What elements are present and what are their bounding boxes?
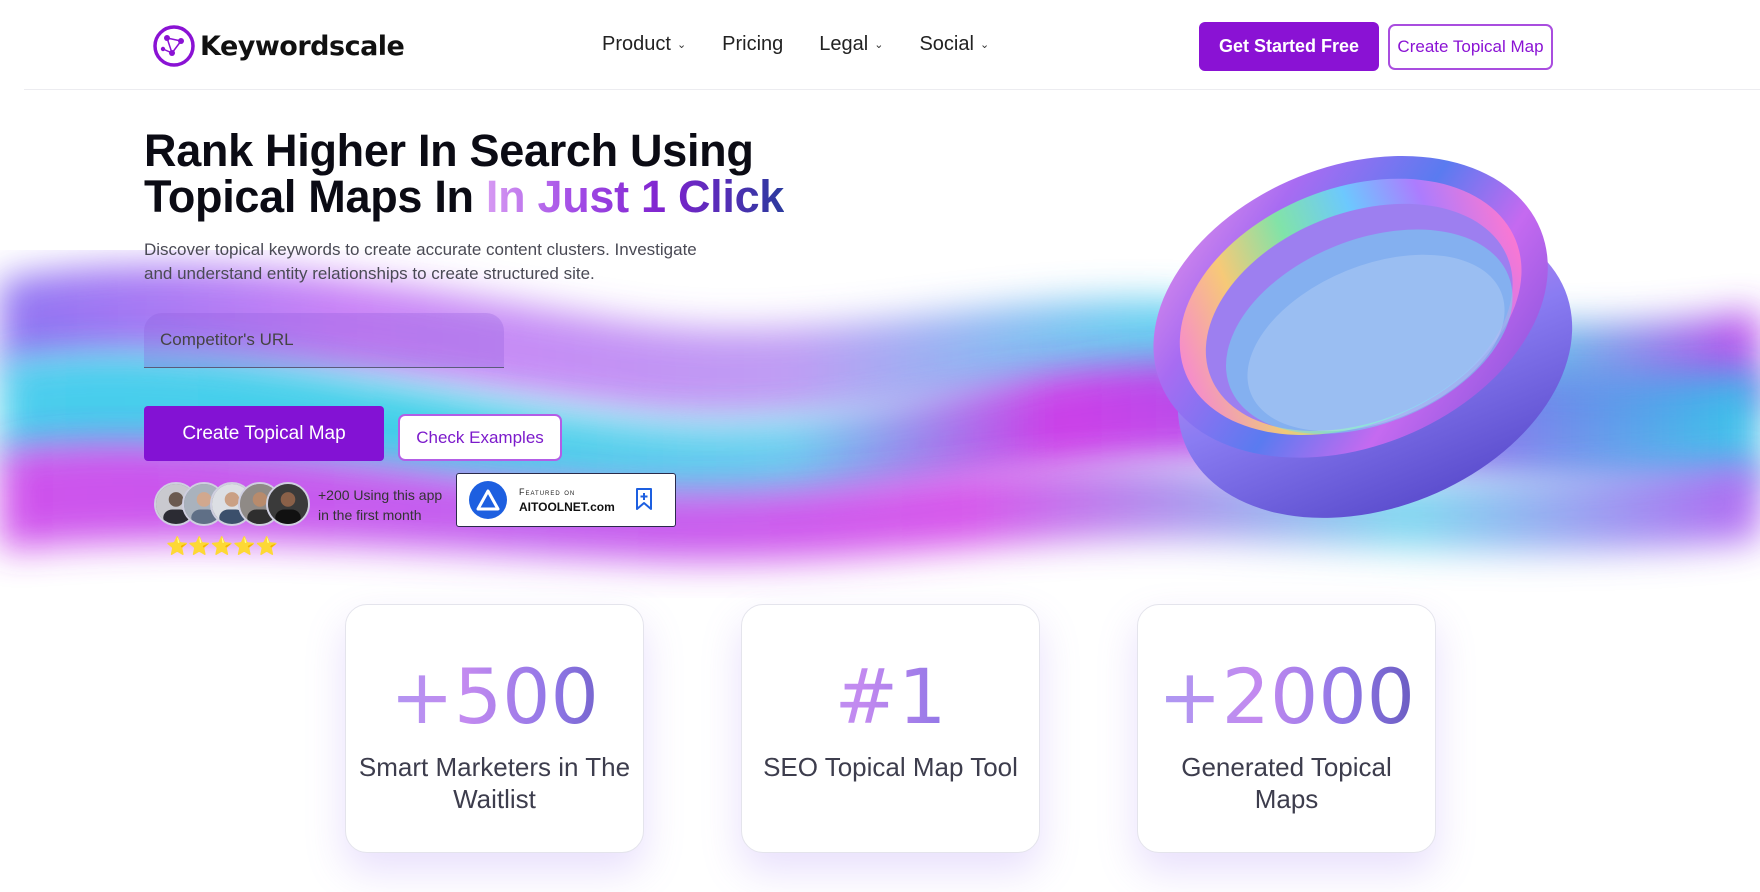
featured-top-label: Featured on <box>519 486 576 497</box>
aitoolnet-logo-icon <box>469 481 507 519</box>
stat-number: +2000 <box>1138 657 1435 737</box>
holographic-ring-image <box>1153 155 1573 518</box>
nav-item-label: Legal <box>819 33 869 55</box>
headline-line-1: Rank Higher In Search Using <box>144 125 754 176</box>
stat-value: 500 <box>453 652 599 741</box>
site-header: Keywordscale Product ⌄ Pricing Legal ⌄ S… <box>24 0 1760 90</box>
stat-card: +500 Smart Marketers in The Waitlist <box>345 604 644 853</box>
stat-label: Generated Topical Maps <box>1181 752 1392 814</box>
competitor-url-input[interactable] <box>144 313 504 368</box>
hero-headline: Rank Higher In Search Using Topical Maps… <box>144 128 844 220</box>
stat-value: 1 <box>898 652 947 741</box>
user-avatars <box>154 482 310 526</box>
nav-item-legal[interactable]: Legal ⌄ <box>819 33 883 56</box>
stat-card: +2000 Generated Topical Maps <box>1137 604 1436 853</box>
headline-line-2: Topical Maps In <box>144 171 486 222</box>
rating-stars: ⭐⭐⭐⭐⭐ <box>166 536 279 556</box>
avatar <box>266 482 310 526</box>
proof-text: +200 Using this app in the first month <box>318 485 442 525</box>
nav-item-social[interactable]: Social ⌄ <box>919 33 989 56</box>
stat-prefix: + <box>1157 652 1222 741</box>
nav-item-label: Product <box>602 33 671 55</box>
stat-number: +500 <box>346 657 643 737</box>
featured-site-name: AITOOLNET.com <box>519 499 615 514</box>
headline-highlight: In Just 1 Click <box>485 171 785 222</box>
stat-label: Smart Marketers in The Waitlist <box>358 752 631 814</box>
brand-name: Keywordscale <box>200 30 405 62</box>
nav-item-label: Pricing <box>722 33 784 55</box>
logo-network-icon <box>153 25 195 67</box>
nav-item-pricing[interactable]: Pricing <box>722 33 783 56</box>
stat-label: SEO Topical Map Tool <box>763 752 1018 782</box>
stat-prefix: + <box>390 652 454 741</box>
create-topical-map-button[interactable]: Create Topical Map <box>144 406 384 461</box>
social-proof: +200 Using this app in the first month <box>154 482 442 526</box>
stat-value: 2000 <box>1221 652 1416 741</box>
featured-badge[interactable]: Featured on AITOOLNET.com <box>456 473 676 527</box>
bookmark-icon <box>636 488 652 510</box>
stat-prefix: # <box>834 652 899 741</box>
proof-line-1: +200 Using this app <box>318 487 443 503</box>
chevron-down-icon: ⌄ <box>979 39 990 51</box>
main-nav: Product ⌄ Pricing Legal ⌄ Social ⌄ <box>602 33 989 56</box>
chevron-down-icon: ⌄ <box>874 39 884 51</box>
stat-number: #1 <box>742 657 1039 737</box>
chevron-down-icon: ⌄ <box>676 39 687 51</box>
header-create-map-button[interactable]: Create Topical Map <box>1388 24 1553 70</box>
brand-logo[interactable]: Keywordscale <box>152 24 405 68</box>
check-examples-button[interactable]: Check Examples <box>398 414 562 461</box>
get-started-button[interactable]: Get Started Free <box>1199 22 1379 71</box>
proof-line-2: in the first month <box>318 507 422 523</box>
nav-item-product[interactable]: Product ⌄ <box>602 33 686 56</box>
nav-item-label: Social <box>919 33 974 55</box>
featured-text: Featured on AITOOLNET.com <box>519 487 615 514</box>
hero-section: Rank Higher In Search Using Topical Maps… <box>144 128 844 286</box>
hero-subtext: Discover topical keywords to create accu… <box>144 240 697 283</box>
stat-card: #1 SEO Topical Map Tool <box>741 604 1040 853</box>
